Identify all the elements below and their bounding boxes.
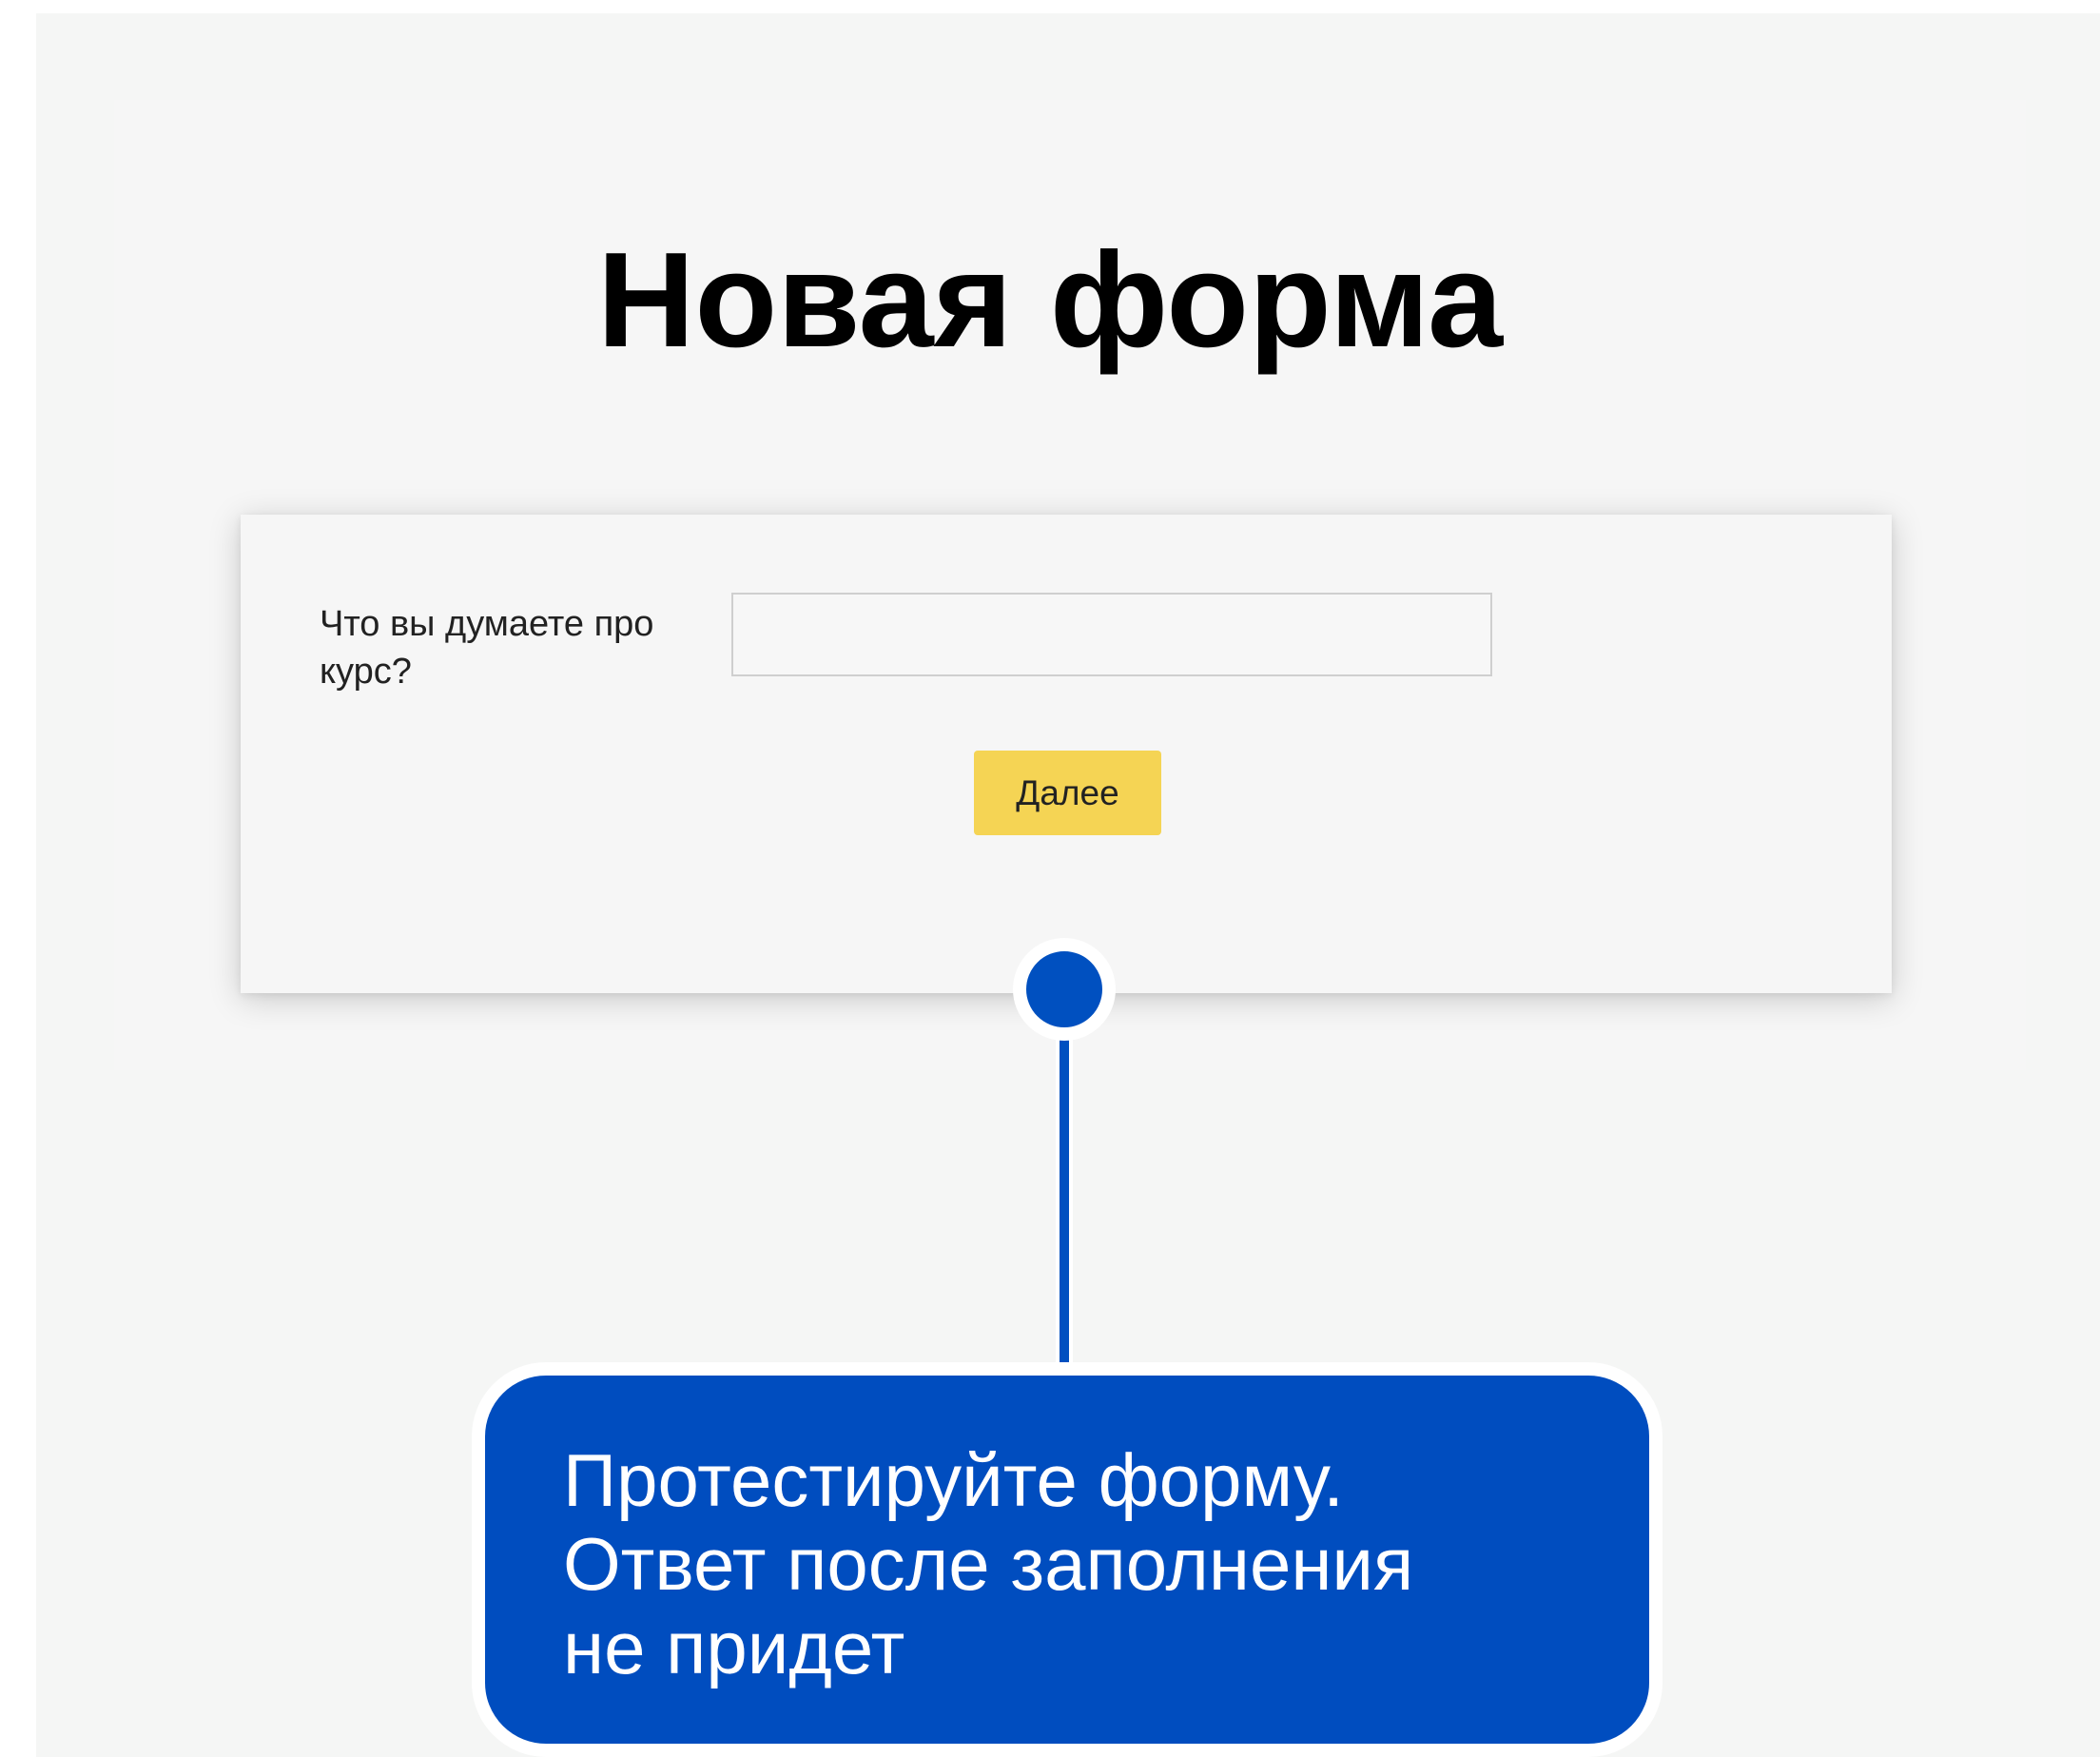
page-title: Новая форма — [596, 225, 1504, 377]
callout-text-line-1: Протестируйте форму. — [563, 1438, 1344, 1522]
callout-text-line-3: не придет — [563, 1606, 905, 1689]
form-card: Что вы думаете про курс? Далее — [241, 515, 1892, 993]
question-label: Что вы думаете про курс? — [320, 604, 654, 692]
next-button[interactable]: Далее — [974, 751, 1161, 835]
callout-text-line-2: Ответ после заполнения — [563, 1522, 1414, 1606]
callout-connector-line — [1056, 1008, 1073, 1398]
callout-box: Протестируйте форму. Ответ после заполне… — [472, 1362, 1662, 1757]
callout-pointer-dot — [1013, 938, 1116, 1041]
answer-input[interactable] — [731, 593, 1492, 676]
